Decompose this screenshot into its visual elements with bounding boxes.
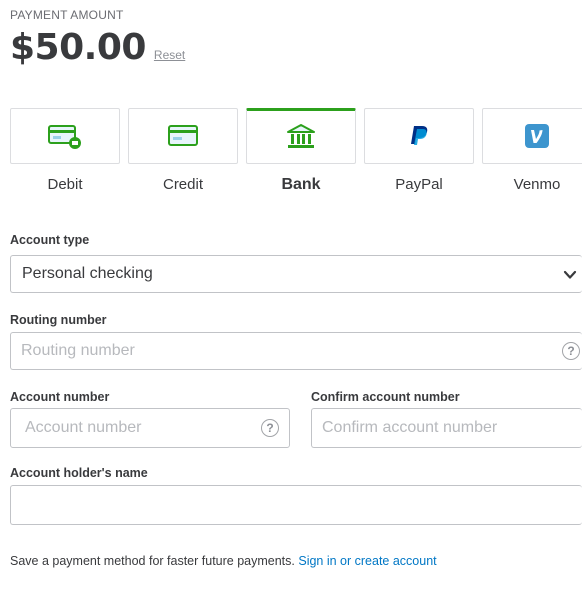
payment-method-selector: Debit Credit Bank PayPal Venmo	[10, 108, 582, 200]
account-type-select[interactable]: Personal checking	[10, 255, 582, 293]
chevron-down-icon	[563, 270, 577, 279]
account-number-field[interactable]: ?	[10, 408, 290, 448]
payment-method-bank-tile[interactable]	[246, 108, 356, 164]
confirm-account-number-input[interactable]	[312, 409, 582, 447]
credit-card-icon	[168, 125, 198, 146]
debit-card-icon	[48, 125, 81, 149]
payment-method-venmo-tile[interactable]	[482, 108, 582, 164]
routing-number-input[interactable]	[11, 333, 582, 369]
payment-amount-value: $50.00	[10, 27, 146, 68]
reset-link[interactable]: Reset	[154, 48, 185, 62]
payment-method-bank-label: Bank	[281, 176, 321, 193]
account-number-input[interactable]	[11, 409, 289, 447]
account-number-label: Account number	[10, 390, 110, 404]
payment-method-venmo-label: Venmo	[513, 176, 561, 193]
bank-icon	[287, 124, 315, 148]
routing-number-help-icon[interactable]: ?	[562, 342, 580, 360]
confirm-account-number-label: Confirm account number	[311, 390, 460, 404]
payment-method-debit-label: Debit	[47, 176, 83, 193]
save-payment-method-text: Save a payment method for faster future …	[10, 554, 295, 568]
account-holder-name-input[interactable]	[11, 486, 582, 524]
payment-method-credit-tile[interactable]	[128, 108, 238, 164]
payment-method-debit[interactable]: Debit	[10, 108, 120, 200]
routing-number-field[interactable]: ?	[10, 332, 582, 370]
account-number-help-icon[interactable]: ?	[261, 419, 279, 437]
account-type-label: Account type	[10, 233, 90, 247]
save-payment-method-note: Save a payment method for faster future …	[10, 554, 437, 568]
payment-method-paypal[interactable]: PayPal	[364, 108, 474, 200]
sign-in-link[interactable]: Sign in or create account	[298, 554, 436, 568]
venmo-icon	[525, 124, 549, 148]
payment-method-venmo[interactable]: Venmo	[482, 108, 582, 200]
payment-amount-row: $50.00 Reset	[10, 27, 185, 68]
payment-method-credit[interactable]: Credit	[128, 108, 238, 200]
payment-method-paypal-tile[interactable]	[364, 108, 474, 164]
payment-method-bank[interactable]: Bank	[246, 108, 356, 200]
account-holder-name-label: Account holder's name	[10, 466, 148, 480]
routing-number-label: Routing number	[10, 313, 107, 327]
payment-method-debit-tile[interactable]	[10, 108, 120, 164]
payment-method-credit-label: Credit	[162, 176, 203, 193]
payment-amount-label: PAYMENT AMOUNT	[10, 8, 124, 22]
paypal-icon	[411, 126, 428, 145]
confirm-account-number-field[interactable]	[311, 408, 582, 448]
account-holder-name-field[interactable]	[10, 485, 582, 525]
account-type-value: Personal checking	[22, 265, 153, 282]
payment-method-paypal-label: PayPal	[395, 176, 443, 193]
